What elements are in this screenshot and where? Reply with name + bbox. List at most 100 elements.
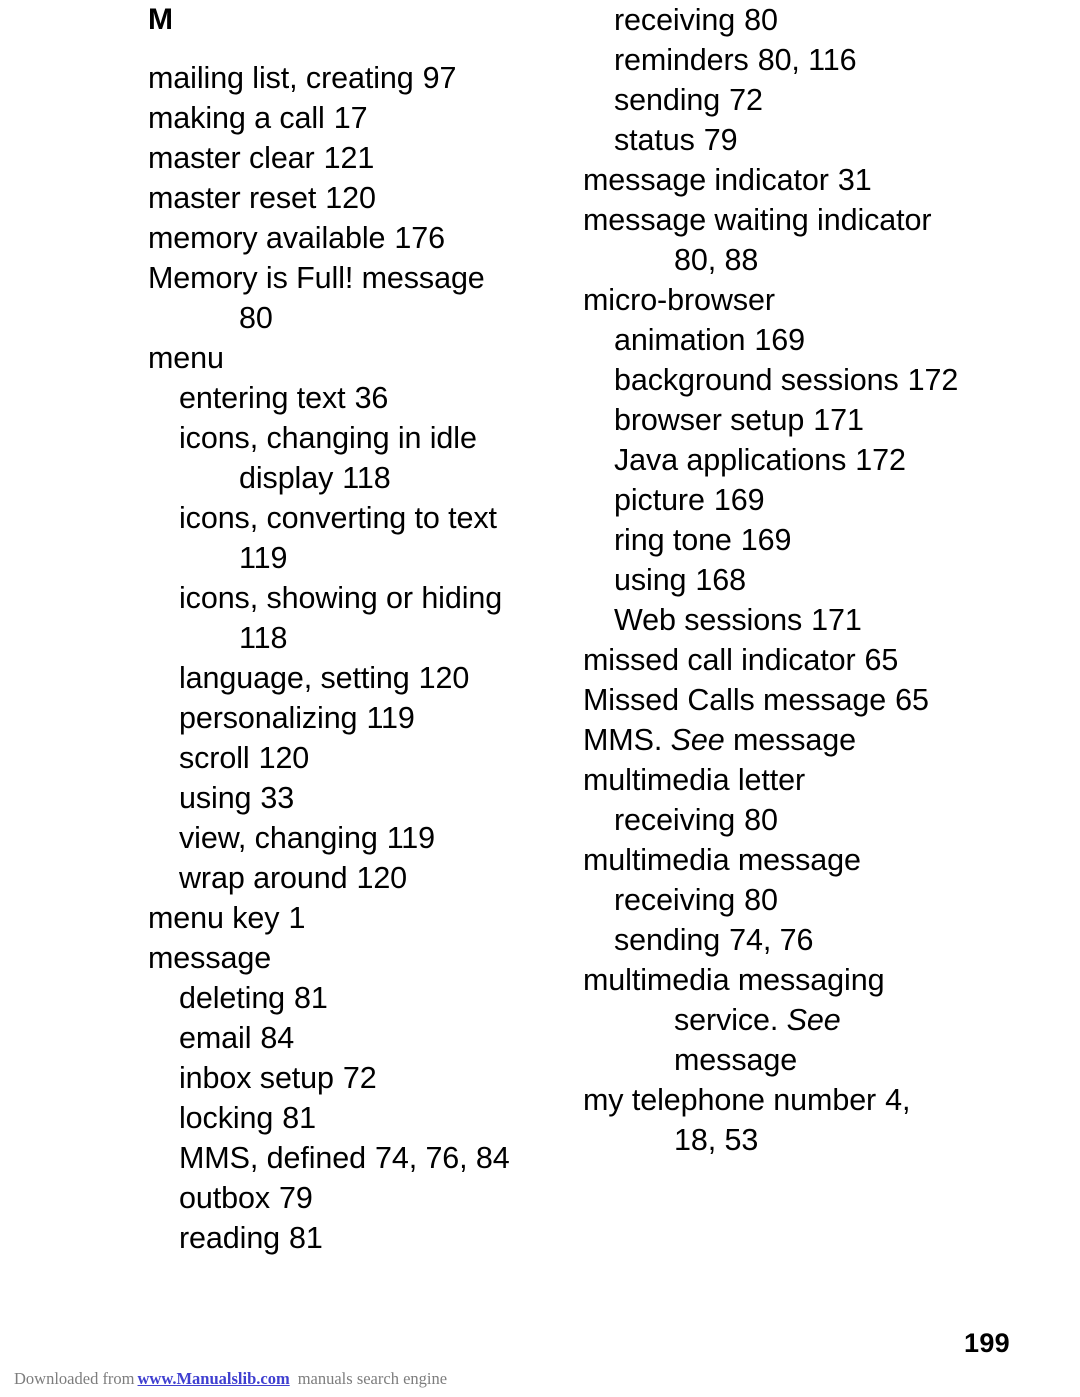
index-entry-page-ref: 80 [744, 803, 778, 837]
index-entry-page-ref: 120 [258, 741, 310, 775]
index-entry-label: ring tone [614, 523, 732, 557]
index-entry-page-ref: 168 [695, 563, 747, 597]
index-entry-label: receiving [614, 883, 736, 917]
section-letter-heading: M [148, 3, 174, 36]
index-entry-label: multimedia messaging [583, 963, 885, 997]
index-entry: ring tone 169 [583, 520, 1003, 560]
index-entry-page-ref: 33 [260, 781, 295, 815]
index-entry-page-ref: 121 [323, 141, 375, 175]
index-entry: entering text 36 [148, 378, 568, 418]
index-entry-label: making a call [148, 101, 325, 135]
index-entry-label: browser setup [614, 403, 805, 437]
index-entry: using 33 [148, 778, 568, 818]
index-entry: wrap around 120 [148, 858, 568, 898]
index-entry-page-ref: 97 [422, 61, 457, 95]
index-entry: reminders 80, 116 [583, 40, 1003, 80]
index-entry: receiving 80 [583, 0, 1003, 40]
index-entry-label: locking [179, 1101, 274, 1135]
index-entry: Web sessions 171 [583, 600, 1003, 640]
index-entry-label: mailing list, creating [148, 61, 414, 95]
index-entry: message [583, 1040, 1003, 1080]
index-entry: personalizing 119 [148, 698, 568, 738]
index-entry-label: multimedia letter [583, 763, 806, 797]
manualslib-link[interactable]: www.Manualslib.com [138, 1369, 290, 1388]
index-column-left: M mailing list, creating 97 making a call 1… [148, 0, 568, 1258]
index-entry-label: 80 [239, 301, 273, 335]
index-entry: message indicator 31 [583, 160, 1003, 200]
index-entry: master clear 121 [148, 138, 568, 178]
index-entry-page-ref: 36 [354, 381, 389, 415]
index-entry-label: scroll [179, 741, 250, 775]
index-entry: master reset 120 [148, 178, 568, 218]
index-entry: display 118 [148, 458, 568, 498]
index-entry-label: deleting [179, 981, 286, 1015]
index-entry-label: message waiting indicator [583, 203, 932, 237]
index-entry-label: entering text [179, 381, 346, 415]
index-entry: background sessions 172 [583, 360, 1003, 400]
index-entry: icons, showing or hiding [148, 578, 568, 618]
index-entry-label: 118 [239, 621, 288, 655]
index-entry-label: reading [179, 1221, 281, 1255]
index-entry: status 79 [583, 120, 1003, 160]
index-entry-label: picture [614, 483, 705, 517]
index-entry: 18, 53 [583, 1120, 1003, 1160]
index-entry: multimedia messaging [583, 960, 1003, 1000]
index-entry: using 168 [583, 560, 1003, 600]
index-page: M mailing list, creating 97 making a call 1… [0, 0, 1080, 1397]
index-entry-see-reference: See [786, 1003, 841, 1037]
index-entry: Java applications 172 [583, 440, 1003, 480]
index-entry: menu key 1 [148, 898, 568, 938]
index-entry-page-ref: 169 [754, 323, 805, 357]
index-entry-label: Java applications [614, 443, 847, 477]
index-entry-label: missed call indicator [583, 643, 856, 677]
index-entry-page-ref: 172 [907, 363, 959, 397]
index-column-right: receiving 80 reminders 80, 116 sending 72 stat… [583, 0, 1003, 1160]
index-entry: icons, converting to text [148, 498, 568, 538]
index-entry-list-right: receiving 80 reminders 80, 116 sending 72 stat… [583, 0, 1003, 1160]
index-entry: making a call 17 [148, 98, 568, 138]
index-entry-label-tail: message [724, 723, 857, 757]
index-entry-label: menu [148, 341, 224, 375]
index-entry: mailing list, creating 97 [148, 58, 568, 98]
index-entry: reading 81 [148, 1218, 568, 1258]
index-entry-list-left: mailing list, creating 97 making a call 17 m… [148, 58, 568, 1258]
index-entry: receiving 80 [583, 800, 1003, 840]
index-entry-page-ref: 31 [837, 163, 872, 197]
index-entry: multimedia letter [583, 760, 1003, 800]
index-entry-page-ref: 119 [366, 701, 415, 735]
index-entry: receiving 80 [583, 880, 1003, 920]
index-entry-page-ref: 74, 76 [729, 923, 814, 957]
index-entry-page-ref: 119 [386, 821, 436, 855]
index-entry-label: message [148, 941, 272, 975]
index-entry-label: sending [614, 923, 721, 957]
index-entry: view, changing 119 [148, 818, 568, 858]
index-entry: deleting 81 [148, 978, 568, 1018]
index-entry-page-ref: 1 [288, 901, 306, 935]
page-number: 199 [964, 1328, 1010, 1358]
index-entry: missed call indicator 65 [583, 640, 1003, 680]
index-entry-label: 18, 53 [674, 1123, 759, 1157]
index-entry-page-ref: 80 [744, 3, 778, 37]
index-entry-page-ref: 81 [282, 1101, 316, 1135]
index-entry: language, setting 120 [148, 658, 568, 698]
index-entry-page-ref: 65 [864, 643, 899, 677]
index-entry-page-ref: 171 [813, 403, 864, 437]
index-entry-label: memory available [148, 221, 386, 255]
heading-spacer [148, 40, 568, 58]
index-entry-label: master clear [148, 141, 315, 175]
index-entry-label: language, setting [179, 661, 410, 695]
index-entry-page-ref: 169 [740, 523, 792, 557]
index-entry-label: sending [614, 83, 721, 117]
index-entry-label: personalizing [179, 701, 358, 735]
index-entry: browser setup 171 [583, 400, 1003, 440]
index-entry-label: micro-browser [583, 283, 775, 317]
index-entry-label: using [614, 563, 687, 597]
index-entry-label: MMS, defined [179, 1141, 366, 1175]
index-entry: MMS, defined 74, 76, 84 [148, 1138, 568, 1178]
index-entry-label: outbox [179, 1181, 270, 1215]
index-entry-page-ref: 74, 76, 84 [374, 1141, 510, 1175]
index-entry-label: menu key [148, 901, 280, 935]
index-entry: service. See [583, 1000, 1003, 1040]
watermark-suffix-text: manuals search engine [297, 1369, 448, 1388]
index-entry-label: receiving [614, 3, 736, 37]
